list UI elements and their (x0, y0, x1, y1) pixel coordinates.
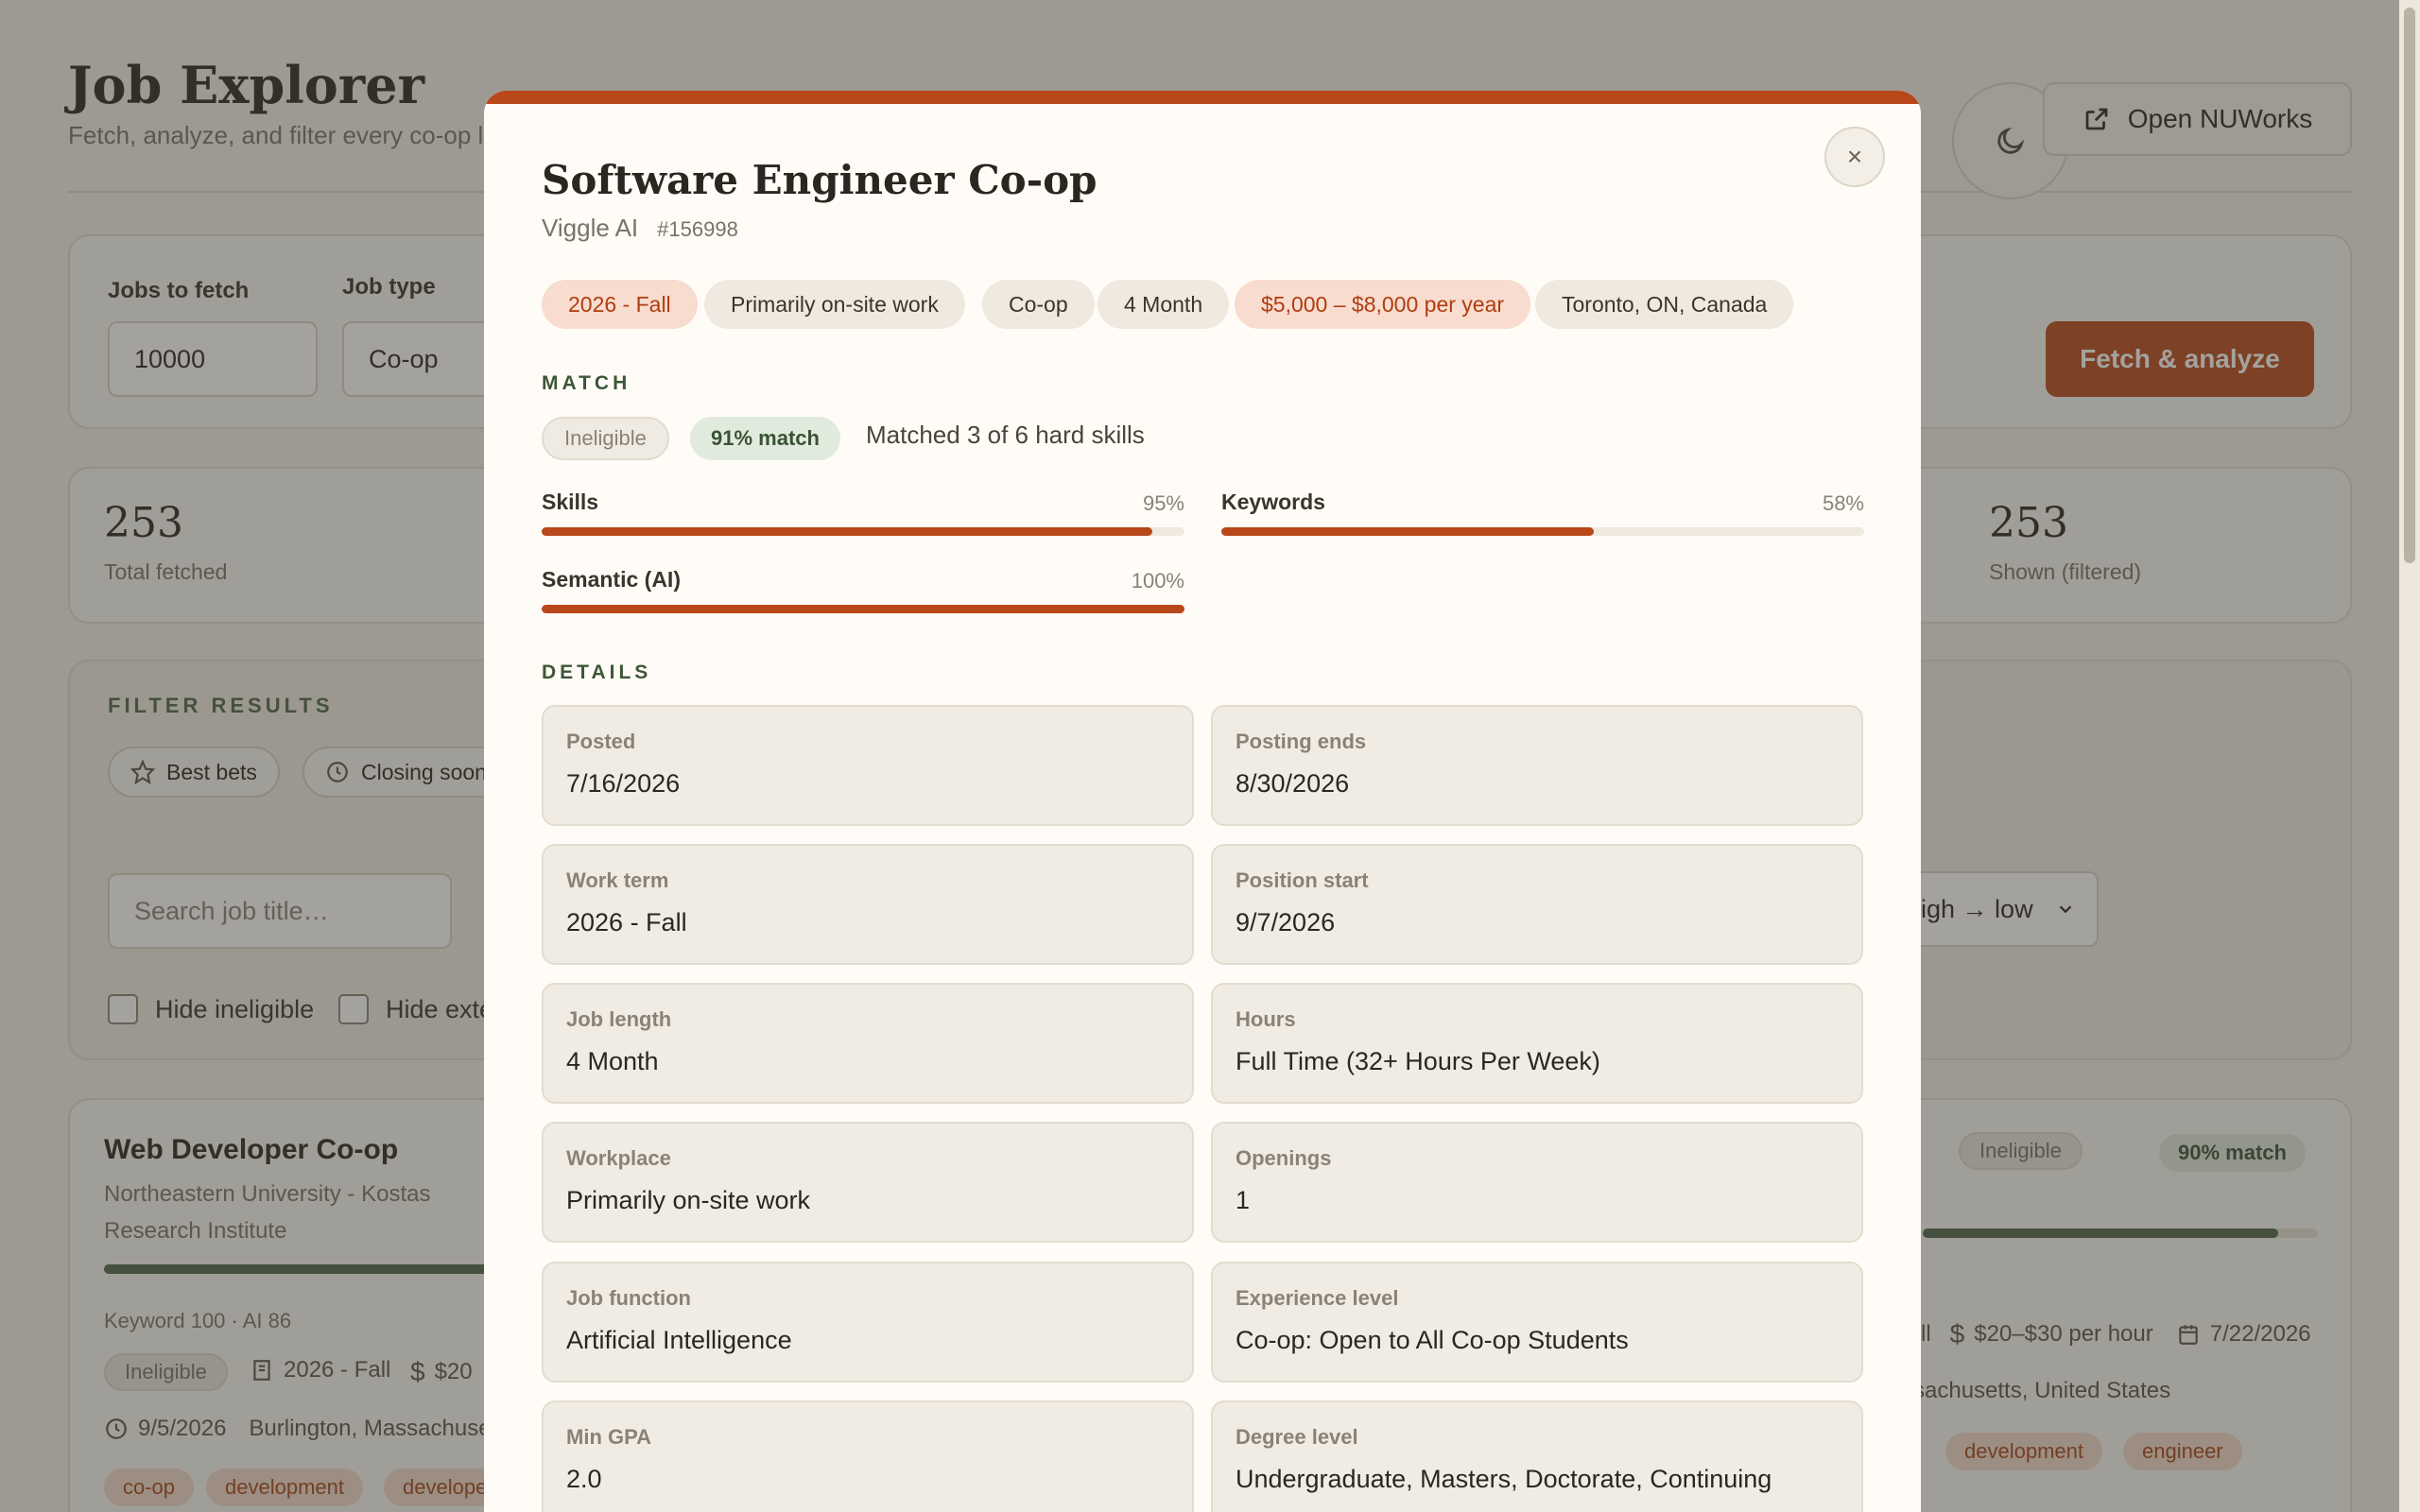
detail-value: 7/16/2026 (566, 769, 681, 798)
detail-label: Posted (566, 730, 636, 753)
detail-value: 9/7/2026 (1236, 908, 1336, 936)
detail-position-start: Position start 9/7/2026 (1211, 844, 1863, 965)
detail-label: Job length (566, 1007, 672, 1031)
detail-experience-level: Experience level Co-op: Open to All Co-o… (1211, 1262, 1863, 1383)
detail-openings: Openings 1 (1211, 1122, 1863, 1243)
modal-accent-bar (484, 91, 1921, 104)
detail-label: Openings (1236, 1146, 1332, 1170)
pill-job-length: 4 Month (1098, 280, 1230, 329)
score-track (542, 605, 1184, 613)
modal-company-line: Viggle AI #156998 (542, 214, 738, 243)
modal-company: Viggle AI (542, 214, 639, 242)
detail-job-length: Job length 4 Month (542, 983, 1194, 1104)
detail-job-function: Job function Artificial Intelligence (542, 1262, 1194, 1383)
detail-value: Co-op: Open to All Co-op Students (1236, 1326, 1629, 1354)
score-label: Keywords (1221, 490, 1325, 514)
score-fill (1221, 527, 1595, 536)
detail-label: Min GPA (566, 1425, 652, 1449)
detail-label: Experience level (1236, 1286, 1399, 1310)
pill-salary: $5,000 – $8,000 per year (1235, 280, 1531, 329)
score-fill (542, 527, 1152, 536)
detail-value: 1 (1236, 1186, 1251, 1214)
match-note: Matched 3 of 6 hard skills (866, 421, 1145, 449)
score-percent: 100% (1131, 569, 1184, 593)
score-track (542, 527, 1184, 536)
detail-value: Artificial Intelligence (566, 1326, 792, 1354)
detail-label: Hours (1236, 1007, 1296, 1031)
pill-workplace: Primarily on-site work (704, 280, 965, 329)
detail-work-term: Work term 2026 - Fall (542, 844, 1194, 965)
close-button[interactable]: × (1824, 127, 1885, 187)
match-heading: MATCH (542, 372, 631, 394)
page-scrollbar-thumb[interactable] (2404, 8, 2415, 563)
eligibility-badge: Ineligible (542, 417, 669, 460)
detail-label: Degree level (1236, 1425, 1358, 1449)
detail-value: Full Time (32+ Hours Per Week) (1236, 1047, 1600, 1075)
detail-min-gpa: Min GPA 2.0 (542, 1400, 1194, 1512)
pill-job-type: Co-op (982, 280, 1095, 329)
score-label: Skills (542, 490, 599, 514)
detail-value: 4 Month (566, 1047, 659, 1075)
close-icon: × (1846, 142, 1863, 171)
match-badge: 91% match (690, 417, 840, 460)
detail-value: 2.0 (566, 1465, 602, 1493)
detail-value: 2026 - Fall (566, 908, 687, 936)
job-detail-modal: Software Engineer Co-op Viggle AI #156998… (484, 91, 1921, 1512)
detail-label: Posting ends (1236, 730, 1367, 753)
pill-term: 2026 - Fall (542, 280, 698, 329)
score-fill (542, 605, 1184, 613)
score-label: Semantic (AI) (542, 567, 681, 592)
score-percent: 95% (1142, 491, 1184, 515)
score-percent: 58% (1822, 491, 1864, 515)
detail-value: Undergraduate, Masters, Doctorate, Conti… (1236, 1465, 1772, 1493)
detail-posting-ends: Posting ends 8/30/2026 (1211, 705, 1863, 826)
detail-label: Position start (1236, 868, 1369, 892)
detail-workplace: Workplace Primarily on-site work (542, 1122, 1194, 1243)
score-track (1221, 527, 1864, 536)
detail-label: Job function (566, 1286, 691, 1310)
detail-label: Workplace (566, 1146, 671, 1170)
detail-degree-level: Degree level Undergraduate, Masters, Doc… (1211, 1400, 1863, 1512)
detail-hours: Hours Full Time (32+ Hours Per Week) (1211, 983, 1863, 1104)
details-heading: DETAILS (542, 662, 652, 683)
detail-label: Work term (566, 868, 669, 892)
modal-title: Software Engineer Co-op (542, 157, 1098, 203)
detail-value: 8/30/2026 (1236, 769, 1350, 798)
detail-posted: Posted 7/16/2026 (542, 705, 1194, 826)
detail-value: Primarily on-site work (566, 1186, 811, 1214)
pill-location: Toronto, ON, Canada (1535, 280, 1794, 329)
modal-job-id: #156998 (657, 217, 738, 241)
